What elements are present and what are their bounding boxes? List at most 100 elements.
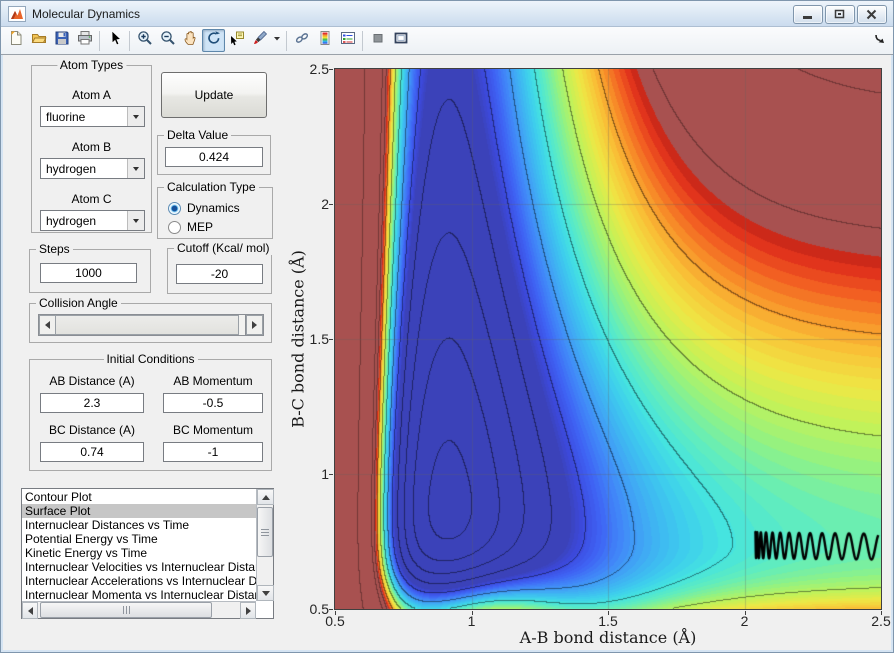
insert-colorbar-button[interactable] bbox=[313, 29, 336, 52]
list-item[interactable]: Potential Energy vs Time bbox=[22, 532, 256, 546]
update-button[interactable]: Update bbox=[161, 72, 267, 118]
toolbar-separator bbox=[362, 30, 363, 51]
cutoff-legend: Cutoff (Kcal/ mol) bbox=[174, 241, 273, 255]
x-tick-mark bbox=[335, 611, 336, 615]
radio-unselected-icon[interactable] bbox=[168, 220, 181, 234]
link-plot-icon bbox=[294, 30, 310, 51]
atom-c-label: Atom C bbox=[71, 192, 112, 206]
hide-plot-tools-button[interactable] bbox=[366, 29, 389, 52]
x-tick-mark bbox=[471, 611, 473, 615]
slider-thumb[interactable] bbox=[56, 315, 239, 335]
window-controls bbox=[791, 5, 887, 24]
ab-distance-field[interactable] bbox=[40, 393, 144, 413]
list-item[interactable]: Contour Plot bbox=[22, 490, 256, 504]
bc-distance-field[interactable] bbox=[40, 442, 144, 462]
radio-mep[interactable]: MEP bbox=[168, 219, 213, 235]
atom-a-label: Atom A bbox=[72, 88, 111, 102]
atom-a-select[interactable]: fluorine bbox=[40, 106, 145, 127]
open-file-button[interactable] bbox=[27, 29, 50, 52]
rotate-3d-button[interactable] bbox=[202, 29, 225, 52]
minimize-button[interactable] bbox=[793, 5, 823, 24]
slider-left-arrow[interactable] bbox=[39, 315, 56, 335]
listbox-horizontal-scrollbar[interactable] bbox=[22, 601, 256, 619]
radio-dynamics-label: Dynamics bbox=[187, 201, 240, 215]
steps-field[interactable] bbox=[40, 263, 137, 283]
scroll-left-button[interactable] bbox=[22, 602, 38, 619]
new-figure-button[interactable] bbox=[4, 29, 27, 52]
zoom-out-button[interactable] bbox=[156, 29, 179, 52]
dock-figure-icon[interactable] bbox=[873, 32, 889, 48]
atom-b-value: hydrogen bbox=[46, 162, 97, 176]
initial-conditions-group: Initial Conditions AB Distance (A) AB Mom… bbox=[29, 352, 272, 471]
collision-angle-slider[interactable] bbox=[38, 314, 264, 336]
radio-mep-label: MEP bbox=[187, 220, 214, 234]
dropdown-arrow-icon[interactable] bbox=[127, 211, 144, 230]
y-tick-mark bbox=[329, 609, 333, 610]
show-plot-tools-button[interactable] bbox=[389, 29, 412, 52]
horizontal-scroll-thumb[interactable] bbox=[40, 602, 212, 618]
zoom-in-button[interactable] bbox=[133, 29, 156, 52]
listbox-vertical-scrollbar[interactable] bbox=[256, 489, 274, 601]
save-figure-icon bbox=[54, 30, 70, 51]
brush-dropdown-button[interactable] bbox=[271, 29, 283, 52]
list-item[interactable]: Internuclear Momenta vs Internuclear Dis… bbox=[22, 588, 256, 601]
y-tick-mark bbox=[329, 69, 333, 70]
brush-dropdown-icon bbox=[273, 30, 281, 51]
print-figure-button[interactable] bbox=[73, 29, 96, 52]
atom-b-label: Atom B bbox=[71, 140, 112, 154]
link-plot-button[interactable] bbox=[290, 29, 313, 52]
scroll-up-button[interactable] bbox=[257, 489, 274, 505]
bc-momentum-field[interactable] bbox=[163, 442, 263, 462]
restore-button[interactable] bbox=[825, 5, 855, 24]
radio-dynamics[interactable]: Dynamics bbox=[168, 200, 240, 216]
title-bar[interactable]: Molecular Dynamics bbox=[1, 1, 893, 27]
radio-selected-icon[interactable] bbox=[168, 201, 181, 215]
slider-right-arrow[interactable] bbox=[246, 315, 263, 335]
initial-conditions-legend: Initial Conditions bbox=[103, 352, 198, 366]
plot-type-listbox[interactable]: Contour Plot Surface Plot Internuclear Dis… bbox=[21, 488, 274, 619]
y-tick-label: 1 bbox=[321, 466, 329, 482]
x-tick-label: 1.5 bbox=[598, 613, 618, 629]
ab-momentum-field[interactable] bbox=[163, 393, 263, 413]
x-tick-mark bbox=[608, 611, 609, 615]
insert-colorbar-icon bbox=[317, 30, 333, 51]
list-item[interactable]: Internuclear Accelerations vs Internucle… bbox=[22, 574, 256, 588]
ab-distance-label: AB Distance (A) bbox=[49, 374, 135, 388]
x-tick-mark bbox=[881, 611, 882, 615]
cutoff-field[interactable] bbox=[176, 264, 263, 284]
dropdown-arrow-icon[interactable] bbox=[127, 107, 144, 126]
potential-energy-surface-canvas[interactable] bbox=[335, 69, 881, 609]
zoom-out-icon bbox=[160, 30, 176, 51]
list-item[interactable]: Surface Plot bbox=[22, 504, 256, 518]
insert-legend-button[interactable] bbox=[336, 29, 359, 52]
atom-c-select[interactable]: hydrogen bbox=[40, 210, 145, 231]
list-item[interactable]: Internuclear Distances vs Time bbox=[22, 518, 256, 532]
pan-tool-icon bbox=[183, 30, 199, 51]
window: Molecular Dynamics Atom Types Atom A fluo… bbox=[0, 0, 894, 653]
collision-angle-group: Collision Angle bbox=[29, 296, 272, 343]
toolbar-separator bbox=[99, 30, 100, 51]
list-item[interactable]: Kinetic Energy vs Time bbox=[22, 546, 256, 560]
data-cursor-button[interactable] bbox=[225, 29, 248, 52]
pointer-tool-button[interactable] bbox=[103, 29, 126, 52]
x-tick-label: 2 bbox=[740, 613, 749, 629]
list-item[interactable]: Internuclear Velocities vs Internuclear … bbox=[22, 560, 256, 574]
cutoff-group: Cutoff (Kcal/ mol) bbox=[167, 241, 273, 294]
delta-value-group: Delta Value bbox=[157, 128, 271, 175]
delta-value-field[interactable] bbox=[165, 147, 263, 167]
brush-data-button[interactable] bbox=[248, 29, 271, 52]
vertical-scroll-thumb[interactable] bbox=[257, 507, 273, 557]
dropdown-arrow-icon[interactable] bbox=[127, 159, 144, 178]
pan-tool-button[interactable] bbox=[179, 29, 202, 52]
rotate-3d-icon bbox=[206, 30, 222, 51]
atom-b-select[interactable]: hydrogen bbox=[40, 158, 145, 179]
x-tick-label: 2.5 bbox=[871, 613, 891, 629]
atom-types-group: Atom Types Atom A fluorine Atom B hydrogen A… bbox=[31, 58, 152, 233]
collision-angle-legend: Collision Angle bbox=[36, 296, 121, 310]
scroll-right-button[interactable] bbox=[240, 602, 256, 619]
scroll-down-button[interactable] bbox=[257, 585, 274, 601]
save-figure-button[interactable] bbox=[50, 29, 73, 52]
surface-plot-axes[interactable] bbox=[334, 68, 882, 610]
close-button[interactable] bbox=[857, 5, 887, 24]
toolbar-separator bbox=[286, 30, 287, 51]
